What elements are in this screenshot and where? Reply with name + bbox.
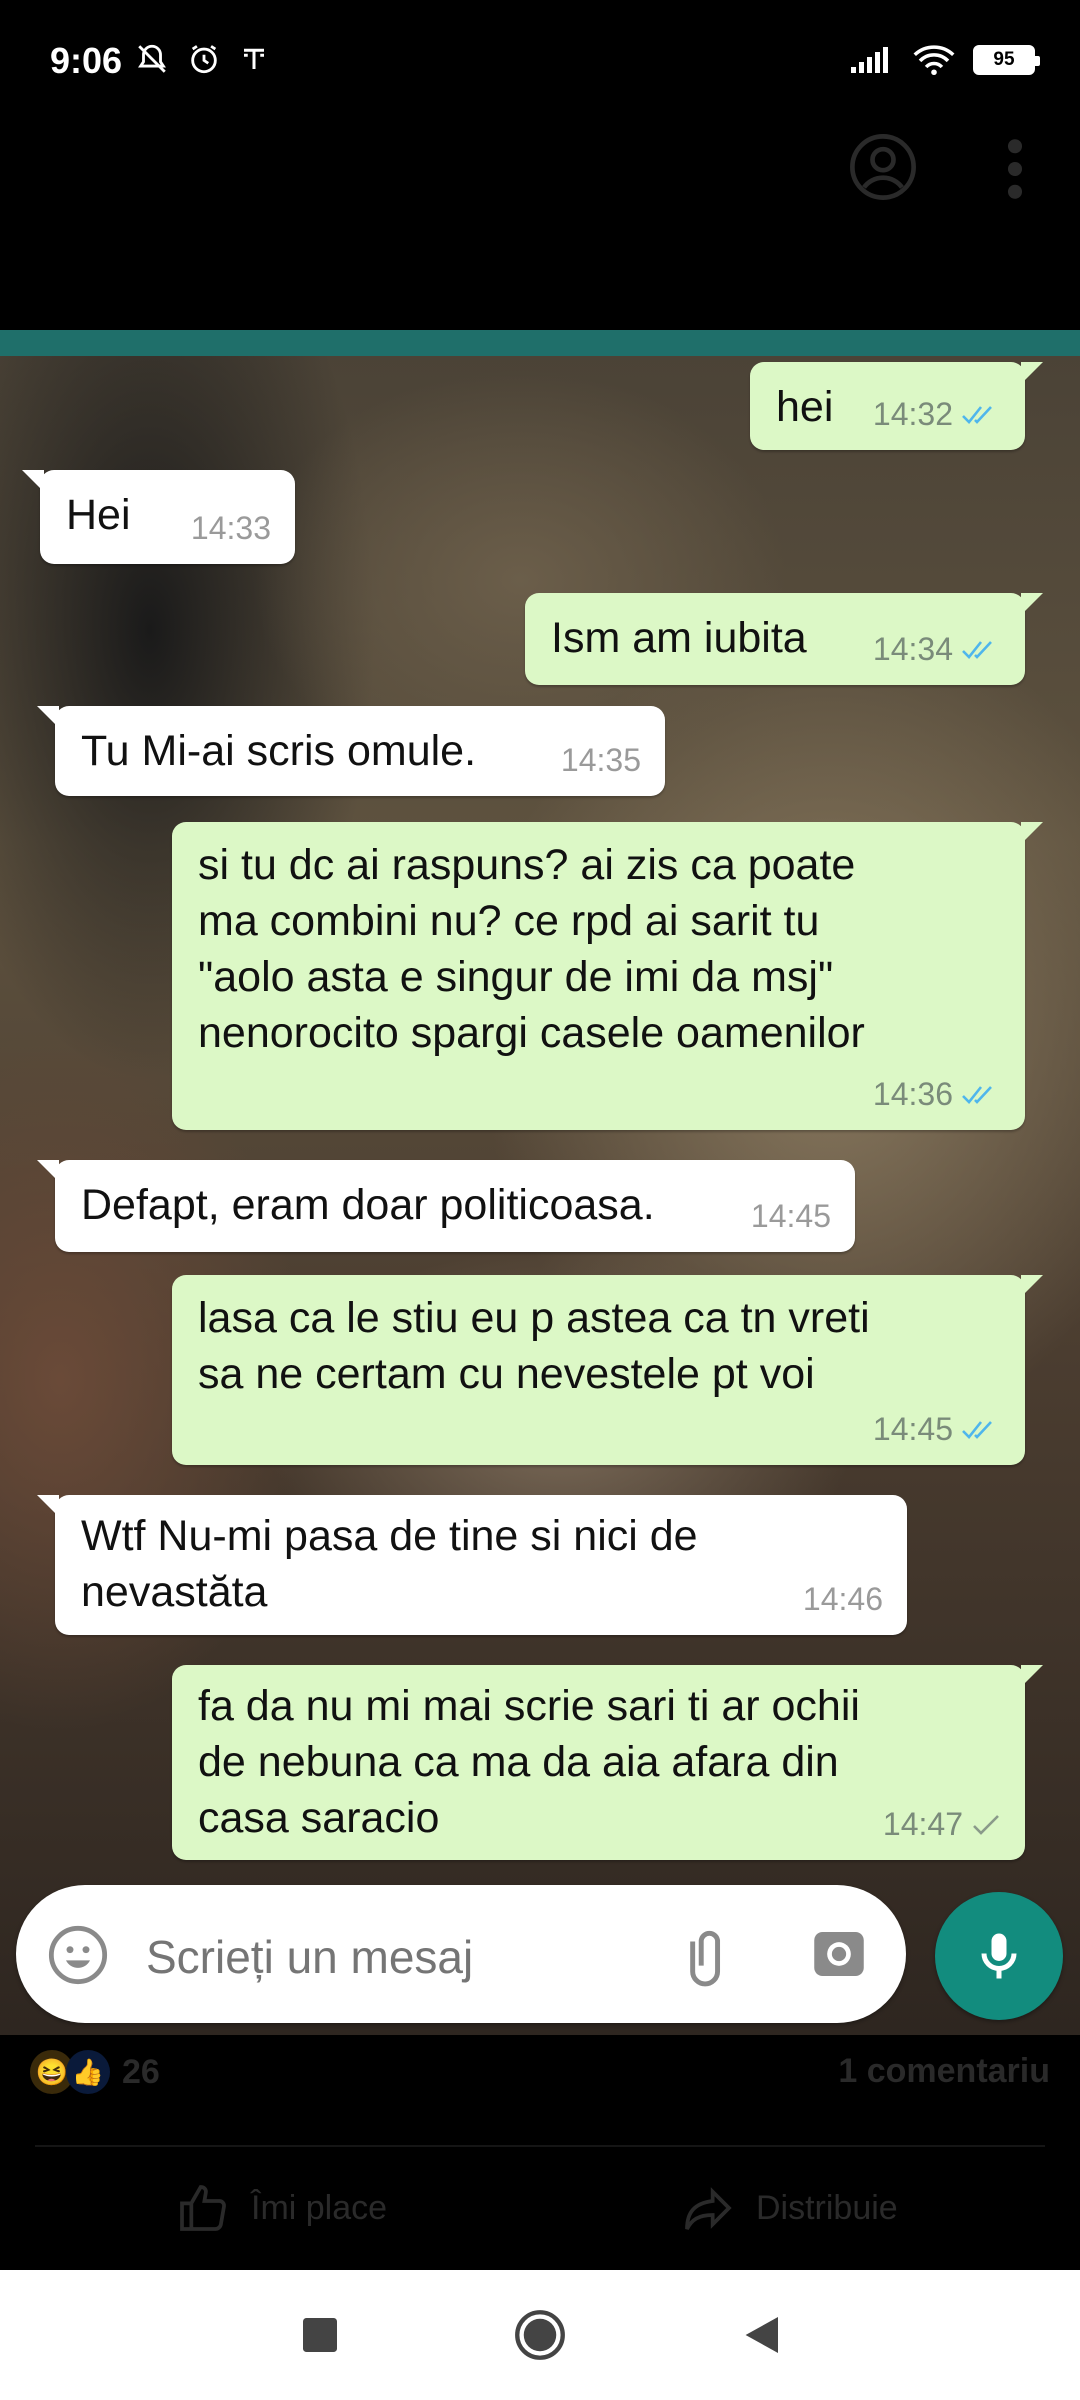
- status-system-icons: 95: [849, 44, 1040, 76]
- message-bubble-outgoing: fa da nu mi mai scrie sari ti ar ochii d…: [172, 1665, 1043, 1860]
- single-check-icon: [973, 1815, 999, 1836]
- square-icon: [303, 2318, 337, 2352]
- profile-icon[interactable]: [848, 132, 918, 202]
- message-bubble-outgoing: lasa ca le stiu eu p astea ca tn vreti s…: [172, 1275, 1043, 1465]
- message-meta: 14:45: [751, 1196, 831, 1238]
- message-bubble-outgoing: hei 14:32: [750, 362, 1043, 450]
- reactions-count: 26: [122, 2052, 160, 2091]
- double-check-icon: [962, 1086, 992, 1105]
- camera-icon[interactable]: [806, 1921, 872, 1987]
- message-bubble-outgoing: si tu dc ai raspuns? ai zis ca poate ma …: [172, 822, 1043, 1130]
- circle-icon: [515, 2310, 565, 2360]
- message-time: 14:36: [872, 1076, 953, 1113]
- message-text: lasa ca le stiu eu p astea ca tn vreti s…: [198, 1294, 870, 1398]
- message-meta: 14:46: [803, 1579, 883, 1621]
- reactions-summary[interactable]: 😆 👍 26: [30, 2050, 160, 2094]
- battery-icon: 95: [973, 45, 1040, 75]
- double-check-icon: [962, 641, 992, 660]
- message-time: 14:45: [750, 1198, 831, 1235]
- message-meta: 14:33: [191, 508, 271, 550]
- thumbs-up-icon: [180, 2185, 226, 2231]
- message-meta: 14:47: [883, 1804, 1001, 1846]
- message-meta: 14:34: [873, 629, 1001, 671]
- like-label: Îmi place: [251, 2188, 388, 2227]
- emoji-icon[interactable]: [46, 1923, 110, 1987]
- double-check-icon: [962, 406, 992, 425]
- message-meta: 14:35: [561, 740, 641, 782]
- message-text: Hei: [66, 491, 131, 539]
- message-time: 14:33: [190, 510, 271, 547]
- status-time: 9:06: [50, 40, 123, 81]
- message-time: 14:45: [872, 1411, 953, 1448]
- message-time: 14:47: [882, 1806, 963, 1843]
- like-reaction-icon: 👍: [66, 2050, 110, 2094]
- message-meta: 14:45: [873, 1409, 1001, 1451]
- message-text: Tu Mi-ai scris omule.: [81, 727, 477, 775]
- mic-icon: [981, 1933, 1017, 1979]
- message-time: 14:46: [802, 1581, 883, 1618]
- signal-icon: [851, 47, 888, 73]
- message-meta: 14:32: [873, 394, 1001, 436]
- message-time: 14:35: [560, 742, 641, 779]
- wifi-icon: [913, 45, 955, 76]
- divider: [35, 2145, 1045, 2147]
- message-text: Ism am iubita: [551, 614, 807, 662]
- message-bubble-incoming: Hei 14:33: [22, 470, 295, 564]
- message-text: si tu dc ai raspuns? ai zis ca poate ma …: [198, 841, 865, 1057]
- share-arrow-icon: [685, 2187, 732, 2230]
- message-text: hei: [776, 383, 834, 431]
- triangle-back-icon: [745, 2317, 778, 2353]
- recents-button[interactable]: [280, 2270, 360, 2400]
- comments-count[interactable]: 1 comentariu: [838, 2052, 1050, 2091]
- attach-icon[interactable]: [676, 1921, 742, 1987]
- message-time: 14:32: [872, 396, 953, 433]
- message-time: 14:34: [872, 631, 953, 668]
- alarm-icon: [191, 45, 217, 74]
- system-nav-bar: [0, 2270, 1080, 2400]
- message-text: fa da nu mi mai scrie sari ti ar ochii d…: [198, 1682, 860, 1842]
- double-check-icon: [962, 1421, 992, 1440]
- bell-off-icon: [138, 44, 166, 73]
- message-composer: [16, 1885, 906, 2023]
- message-bubble-incoming: Defapt, eram doar politicoasa. 14:45: [37, 1160, 855, 1252]
- home-button[interactable]: [500, 2270, 580, 2400]
- battery-level: 95: [993, 49, 1015, 70]
- message-text: Defapt, eram doar politicoasa.: [81, 1181, 655, 1229]
- more-vert-icon[interactable]: [1000, 138, 1030, 200]
- carrier-t-icon: [244, 48, 264, 69]
- message-bubble-incoming: Wtf Nu-mi pasa de tine si nici de nevast…: [37, 1495, 907, 1635]
- back-button[interactable]: [720, 2270, 800, 2400]
- share-label: Distribuie: [756, 2188, 898, 2227]
- message-meta: 14:36: [873, 1074, 1001, 1116]
- status-bar: 9:06 95: [0, 0, 1080, 130]
- status-notification-icons: [135, 42, 269, 76]
- message-text: Wtf Nu-mi pasa de tine si nici de nevast…: [81, 1512, 698, 1616]
- message-bubble-outgoing: Ism am iubita 14:34: [525, 593, 1043, 685]
- message-input[interactable]: [144, 1929, 668, 1985]
- like-button[interactable]: Îmi place: [175, 2180, 387, 2236]
- message-bubble-incoming: Tu Mi-ai scris omule. 14:35: [37, 706, 665, 796]
- post-header: [0, 130, 1080, 330]
- chat-header-strip: [0, 330, 1080, 356]
- mic-button[interactable]: [935, 1892, 1063, 2020]
- share-button[interactable]: Distribuie: [680, 2180, 898, 2236]
